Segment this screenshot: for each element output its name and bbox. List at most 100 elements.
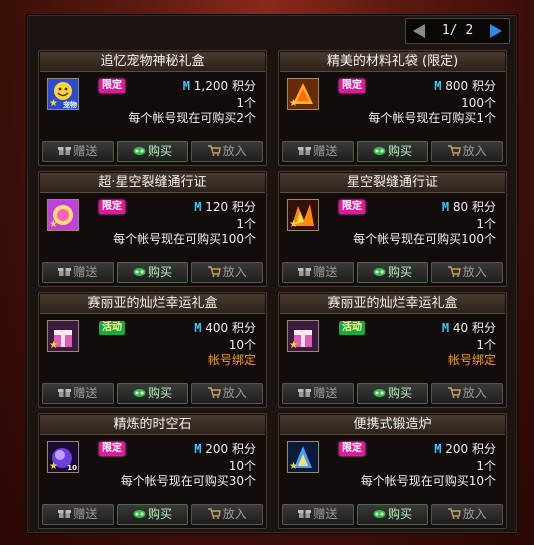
- add-to-cart-button[interactable]: 放入: [191, 504, 264, 525]
- currency-m-icon: M: [441, 200, 450, 214]
- buy-label: 购买: [388, 386, 413, 400]
- price-value: 120: [205, 200, 229, 214]
- gift-button[interactable]: 赠送: [42, 141, 114, 162]
- add-to-cart-button[interactable]: 放入: [431, 141, 504, 162]
- purchase-limit: 每个帐号现在可购买1个: [368, 111, 496, 125]
- item-actions: 赠送 购买 放入: [42, 504, 264, 525]
- price-value: 800: [445, 79, 469, 93]
- gift-label: 赠送: [313, 507, 338, 521]
- material-bag-icon[interactable]: ★: [287, 78, 319, 110]
- item-actions: 赠送 购买 放入: [42, 383, 264, 404]
- price-unit: 积分: [231, 321, 256, 335]
- add-to-cart-button[interactable]: 放入: [191, 141, 264, 162]
- gift-label: 赠送: [73, 144, 98, 158]
- price-unit: 积分: [471, 442, 496, 456]
- item-price: M 400 积分: [194, 319, 256, 336]
- currency-m-icon: M: [194, 442, 202, 456]
- buy-label: 购买: [388, 507, 413, 521]
- add-to-cart-label: 放入: [222, 144, 247, 158]
- star-icon: ★: [289, 461, 298, 472]
- star-icon: ★: [289, 340, 298, 351]
- pet-smiley-icon[interactable]: ★ 宠物: [47, 78, 79, 110]
- add-to-cart-label: 放入: [462, 507, 487, 521]
- item-title: 超·星空裂缝通行证: [40, 173, 265, 193]
- gift-button[interactable]: 赠送: [42, 504, 114, 525]
- star-icon: ★: [49, 461, 58, 472]
- gift-button[interactable]: 赠送: [282, 383, 354, 404]
- item-title: 赛丽亚的灿烂幸运礼盒: [280, 294, 505, 314]
- gift-label: 赠送: [73, 386, 98, 400]
- item-actions: 赠送 购买 放入: [42, 262, 264, 283]
- shop-item-card: 赛丽亚的灿烂幸运礼盒 ★ 活动 M 40 积分 1个 帐号绑定 赠送 购买 放入: [278, 292, 507, 408]
- item-badge: 限定: [99, 200, 125, 214]
- buy-button[interactable]: 购买: [356, 262, 429, 283]
- add-to-cart-label: 放入: [462, 265, 487, 279]
- item-actions: 赠送 购买 放入: [42, 141, 264, 162]
- shop-item-card: 追忆宠物神秘礼盒 ★ 宠物 限定 M 1,200 积分 1个 每个帐号现在可购买…: [38, 50, 267, 166]
- item-price: M 200 积分: [194, 440, 256, 457]
- shop-item-card: 精炼的时空石 ★ 10 限定 M 200 积分 10个 每个帐号现在可购买30个…: [38, 413, 267, 529]
- buy-button[interactable]: 购买: [116, 141, 189, 162]
- price-unit: 积分: [471, 200, 496, 214]
- star-icon: ★: [49, 98, 58, 109]
- item-price: M 40 积分: [442, 319, 496, 336]
- item-title: 便携式锻造炉: [280, 415, 505, 435]
- add-to-cart-button[interactable]: 放入: [431, 504, 504, 525]
- rift-pass-icon[interactable]: ★: [287, 199, 319, 231]
- currency-m-icon: M: [182, 79, 190, 93]
- purchase-limit: 帐号绑定: [447, 353, 496, 367]
- add-to-cart-button[interactable]: 放入: [191, 383, 264, 404]
- spacetime-stone-icon[interactable]: ★ 10: [47, 441, 79, 473]
- buy-label: 购买: [148, 144, 173, 158]
- currency-m-icon: M: [434, 79, 442, 93]
- star-icon: ★: [289, 219, 298, 230]
- gift-button[interactable]: 赠送: [42, 262, 114, 283]
- item-actions: 赠送 购买 放入: [282, 383, 504, 404]
- star-icon: ★: [49, 340, 58, 351]
- price-value: 40: [452, 321, 469, 335]
- buy-button[interactable]: 购买: [356, 141, 429, 162]
- buy-label: 购买: [148, 265, 173, 279]
- buy-button[interactable]: 购买: [116, 504, 189, 525]
- gift-button[interactable]: 赠送: [282, 504, 354, 525]
- item-actions: 赠送 购买 放入: [282, 262, 504, 283]
- gift-label: 赠送: [313, 386, 338, 400]
- price-value: 200: [445, 442, 469, 456]
- add-to-cart-label: 放入: [462, 144, 487, 158]
- next-page-arrow-icon[interactable]: [487, 22, 505, 40]
- icon-tag: 宠物: [63, 101, 77, 109]
- gift-label: 赠送: [73, 265, 98, 279]
- prev-page-arrow-icon[interactable]: [410, 22, 428, 40]
- lucky-gift-box-icon[interactable]: ★: [287, 320, 319, 352]
- add-to-cart-button[interactable]: 放入: [191, 262, 264, 283]
- buy-button[interactable]: 购买: [116, 383, 189, 404]
- buy-button[interactable]: 购买: [356, 504, 429, 525]
- buy-button[interactable]: 购买: [356, 383, 429, 404]
- pager: 1/ 2: [405, 18, 510, 44]
- add-to-cart-label: 放入: [222, 507, 247, 521]
- currency-m-icon: M: [194, 321, 202, 335]
- buy-label: 购买: [148, 507, 173, 521]
- price-value: 1,200: [193, 79, 229, 93]
- item-badge: 限定: [339, 79, 365, 93]
- buy-button[interactable]: 购买: [116, 262, 189, 283]
- gift-button[interactable]: 赠送: [42, 383, 114, 404]
- price-value: 400: [205, 321, 229, 335]
- add-to-cart-button[interactable]: 放入: [431, 262, 504, 283]
- lucky-gift-box-icon[interactable]: ★: [47, 320, 79, 352]
- item-price: M 80 积分: [442, 198, 496, 215]
- page-indicator: 1/ 2: [441, 23, 474, 38]
- item-badge: 限定: [339, 442, 365, 456]
- gift-button[interactable]: 赠送: [282, 262, 354, 283]
- item-actions: 赠送 购买 放入: [282, 504, 504, 525]
- add-to-cart-button[interactable]: 放入: [431, 383, 504, 404]
- currency-m-icon: M: [441, 321, 450, 335]
- gift-button[interactable]: 赠送: [282, 141, 354, 162]
- item-price: M 1,200 积分: [183, 77, 256, 94]
- price-value: 200: [205, 442, 229, 456]
- starry-rift-pass-icon[interactable]: ★: [47, 199, 79, 231]
- portable-forge-icon[interactable]: ★: [287, 441, 319, 473]
- item-badge: 限定: [339, 200, 365, 214]
- price-unit: 积分: [471, 79, 496, 93]
- star-icon: ★: [49, 219, 58, 230]
